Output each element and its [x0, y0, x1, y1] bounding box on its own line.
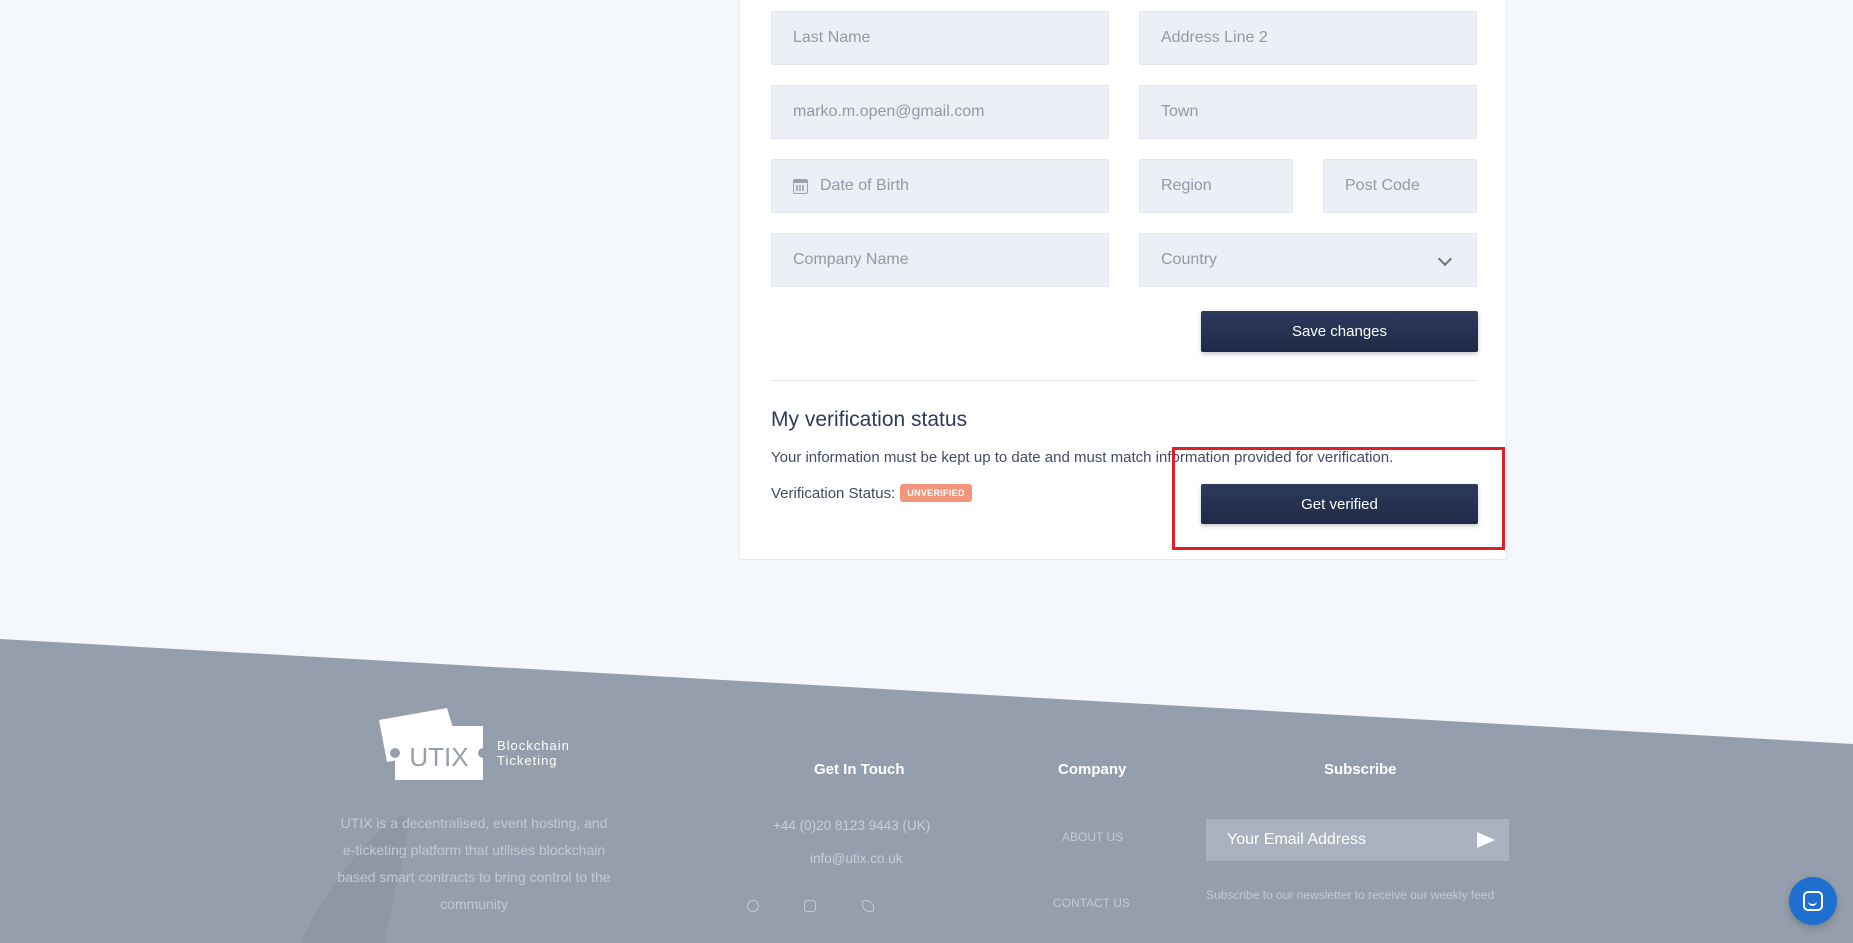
last-name-field[interactable]: Last Name	[771, 11, 1109, 65]
logo-tagline-1: Blockchain	[497, 738, 570, 753]
logo-tagline-2: Ticketing	[497, 753, 558, 768]
company-name-field[interactable]: Company Name	[771, 233, 1109, 287]
date-of-birth-field[interactable]: Date of Birth	[771, 159, 1109, 213]
about-text: UTIX is a decentralised, event hosting, …	[337, 815, 611, 912]
phone-link[interactable]: +44 (0)20 8123 9443 (UK)	[773, 818, 930, 833]
email-field[interactable]: marko.m.open@gmail.com	[771, 85, 1109, 139]
send-icon[interactable]	[1477, 832, 1495, 848]
status-badge: UNVERIFIED	[900, 484, 972, 502]
logo-text: UTIX	[409, 742, 468, 772]
town-placeholder: Town	[1161, 103, 1199, 120]
highlight-box	[1172, 447, 1505, 550]
region-field[interactable]: Region	[1139, 159, 1293, 213]
company-heading: Company	[1058, 761, 1127, 778]
facebook-icon[interactable]	[747, 900, 759, 912]
about-us-link[interactable]: ABOUT US	[1062, 830, 1123, 844]
subscribe-heading: Subscribe	[1324, 761, 1397, 778]
get-in-touch-heading: Get In Touch	[814, 761, 905, 778]
post-code-field[interactable]: Post Code	[1323, 159, 1477, 213]
verification-title: My verification status	[771, 408, 968, 431]
chevron-down-icon	[1437, 251, 1453, 267]
address-line-2-placeholder: Address Line 2	[1161, 29, 1268, 46]
company-name-placeholder: Company Name	[793, 251, 909, 268]
verification-status-label: Verification Status:	[771, 484, 896, 502]
subscribe-email-input[interactable]: Your Email Address	[1206, 819, 1509, 861]
date-of-birth-placeholder: Date of Birth	[820, 177, 909, 194]
utix-logo: UTIX Blockchain Ticketing	[379, 708, 570, 780]
email-link[interactable]: info@utix.co.uk	[810, 851, 903, 866]
email-value: marko.m.open@gmail.com	[793, 103, 985, 120]
town-field[interactable]: Town	[1139, 85, 1477, 139]
verification-status-row: Verification Status: UNVERIFIED	[771, 484, 972, 502]
subscribe-note: Subscribe to our newsletter to receive o…	[1206, 888, 1495, 902]
region-placeholder: Region	[1161, 177, 1212, 194]
last-name-placeholder: Last Name	[793, 29, 871, 46]
save-changes-button[interactable]: Save changes	[1201, 311, 1478, 352]
instagram-icon[interactable]	[804, 900, 816, 912]
chat-widget-button[interactable]	[1789, 877, 1837, 925]
twitter-icon[interactable]	[862, 900, 874, 912]
subscribe-placeholder: Your Email Address	[1227, 831, 1367, 848]
calendar-icon	[793, 178, 808, 194]
country-select[interactable]: Country	[1139, 233, 1477, 287]
section-divider	[771, 380, 1477, 381]
chat-icon	[1803, 891, 1823, 911]
post-code-placeholder: Post Code	[1345, 177, 1420, 194]
country-placeholder: Country	[1161, 251, 1218, 268]
address-line-2-field[interactable]: Address Line 2	[1139, 11, 1477, 65]
contact-us-link[interactable]: CONTACT US	[1053, 896, 1130, 910]
